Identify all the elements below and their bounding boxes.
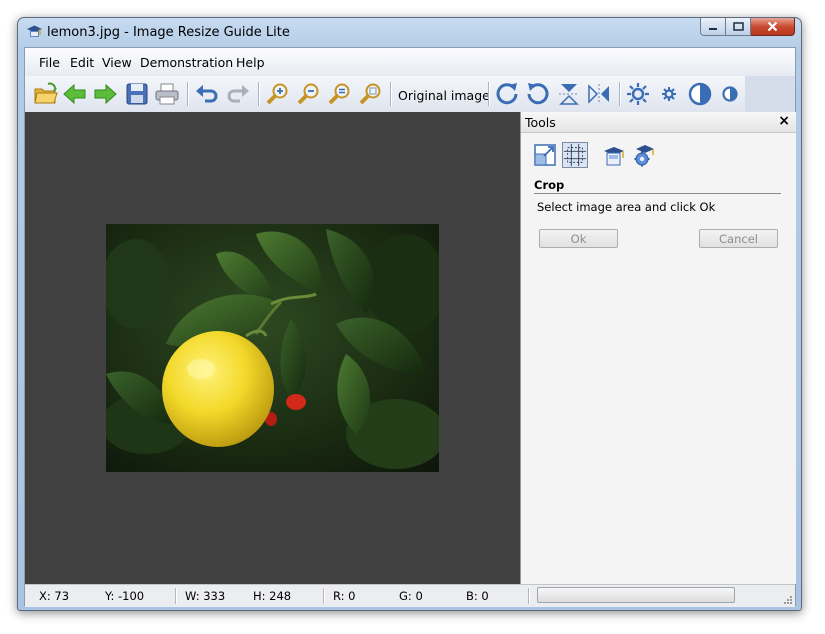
contrast-down-icon — [722, 86, 738, 102]
demo-gear-icon[interactable] — [631, 142, 657, 168]
brightness-down-icon — [662, 87, 676, 101]
zoom-out-button[interactable] — [295, 81, 321, 107]
menu-bar: File Edit View Demonstration Help — [25, 48, 795, 76]
window-title: lemon3.jpg - Image Resize Guide Lite — [47, 25, 290, 40]
menu-help[interactable]: Help — [236, 55, 265, 70]
title-bar[interactable]: lemon3.jpg - Image Resize Guide Lite — [18, 18, 801, 48]
forward-button[interactable] — [92, 81, 118, 107]
zoom-actual-button[interactable] — [357, 81, 383, 107]
contrast-up-button[interactable] — [687, 81, 713, 107]
toolbar-empty-area — [745, 76, 795, 112]
menu-demonstration[interactable]: Demonstration — [140, 55, 233, 70]
brightness-down-button[interactable] — [656, 81, 682, 107]
open-button[interactable] — [33, 81, 59, 107]
close-button[interactable] — [751, 18, 795, 36]
crop-section-title: Crop — [534, 178, 781, 194]
resize-icon[interactable] — [532, 142, 558, 168]
status-green: G: 0 — [399, 589, 423, 603]
brightness-up-icon — [627, 83, 649, 105]
status-bar: X: 73 Y: -100 W: 333 H: 248 R: 0 G: 0 B:… — [25, 584, 795, 607]
flip-horizontal-icon — [588, 84, 609, 104]
minimize-icon — [709, 27, 717, 30]
crop-tool-button[interactable] — [562, 142, 588, 168]
image-canvas[interactable] — [25, 112, 520, 584]
cancel-button[interactable]: Cancel — [699, 229, 778, 248]
crop-icon — [563, 143, 587, 167]
rotate-clockwise-icon — [496, 83, 518, 105]
flip-horizontal-button[interactable] — [586, 81, 612, 107]
status-red: R: 0 — [333, 589, 356, 603]
zoom-actual-icon — [359, 83, 381, 105]
save-button[interactable] — [124, 81, 150, 107]
forward-arrow-icon — [94, 83, 117, 105]
open-folder-icon — [34, 82, 58, 104]
lemon-image — [106, 224, 439, 472]
back-arrow-icon — [63, 83, 86, 105]
client-area: File Edit View Demonstration Help Origin… — [24, 47, 796, 607]
contrast-down-button[interactable] — [717, 81, 743, 107]
tools-panel: Tools × Crop Select image area and click… — [520, 112, 796, 584]
status-height: H: 248 — [253, 589, 292, 603]
rotate-counterclockwise-button[interactable] — [525, 81, 551, 107]
zoom-out-icon — [297, 83, 319, 105]
undo-icon — [196, 85, 218, 103]
zoom-fit-icon — [328, 83, 350, 105]
print-button[interactable] — [154, 81, 180, 107]
tools-close-button[interactable]: × — [778, 113, 790, 129]
undo-button[interactable] — [194, 81, 220, 107]
toolbar: Original image — [25, 76, 746, 113]
contrast-up-icon — [688, 82, 712, 106]
flip-vertical-button[interactable] — [556, 81, 582, 107]
progress-bar — [537, 587, 735, 603]
menu-file[interactable]: File — [39, 55, 60, 70]
maximize-icon — [732, 22, 744, 31]
print-icon — [155, 83, 179, 105]
original-image-button[interactable]: Original image — [398, 88, 490, 103]
back-button[interactable] — [62, 81, 88, 107]
demo-box-icon[interactable] — [601, 142, 627, 168]
brightness-up-button[interactable] — [625, 81, 651, 107]
zoom-in-icon — [266, 83, 288, 105]
tools-header: Tools × — [521, 112, 796, 133]
menu-view[interactable]: View — [102, 55, 132, 70]
app-window: lemon3.jpg - Image Resize Guide Lite Fil… — [17, 17, 802, 611]
ok-button[interactable]: Ok — [539, 229, 618, 248]
redo-icon — [227, 85, 249, 103]
zoom-fit-button[interactable] — [326, 81, 352, 107]
status-y: Y: -100 — [105, 589, 145, 603]
status-blue: B: 0 — [466, 589, 489, 603]
minimize-button[interactable] — [700, 18, 726, 36]
close-icon — [767, 21, 778, 32]
zoom-in-button[interactable] — [264, 81, 290, 107]
graduation-cap-icon — [27, 25, 42, 37]
rotate-counterclockwise-icon — [527, 83, 549, 105]
tools-title: Tools — [525, 115, 556, 130]
save-icon — [126, 83, 148, 105]
menu-edit[interactable]: Edit — [70, 55, 94, 70]
rotate-clockwise-button[interactable] — [494, 81, 520, 107]
lemon-photo[interactable] — [106, 224, 439, 472]
flip-vertical-icon — [559, 84, 579, 105]
crop-hint: Select image area and click Ok — [537, 200, 716, 214]
maximize-button[interactable] — [726, 18, 751, 36]
status-width: W: 333 — [185, 589, 226, 603]
resize-grip-icon[interactable] — [783, 595, 793, 605]
redo-button[interactable] — [225, 81, 251, 107]
status-x: X: 73 — [39, 589, 70, 603]
